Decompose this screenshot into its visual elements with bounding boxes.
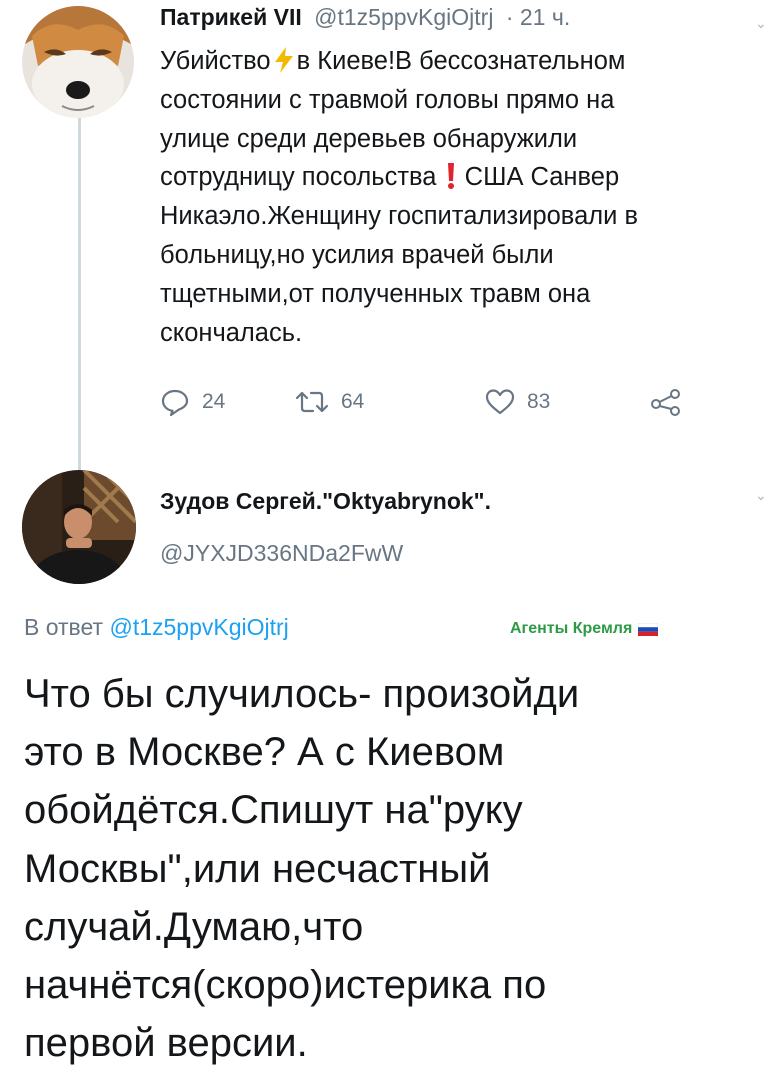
author-handle[interactable]: @t1z5ppvKgiOjtrj [314, 4, 493, 30]
like-count: 83 [527, 390, 551, 413]
tweet-text-line: скончалась. [160, 314, 760, 353]
share-icon [651, 389, 680, 416]
high-voltage-icon [274, 47, 293, 73]
thread-connector-line [78, 118, 81, 470]
replying-to: В ответ @t1z5ppvKgiOjtrj [24, 614, 289, 641]
tweet-text-line: улице среди деревьев обнаружили [160, 120, 760, 159]
tweet-text-line: обойдётся.Спишут на"руку [24, 788, 523, 833]
tweet-text-line: Никаэло.Женщину госпитализировали в [160, 197, 760, 236]
tweet-text-line: Что бы случилось- произойди [24, 672, 580, 716]
tweet-text-line: начнётся(скоро)истерика по [24, 963, 547, 1008]
author-name[interactable]: Зудов Сергей."Oktyabrynok". [160, 488, 491, 515]
tweet-text-segment: сотрудницу посольства [160, 163, 437, 192]
fox-avatar[interactable] [22, 6, 134, 118]
tweet-text-line: это в Москве? А с Киевом [24, 730, 505, 775]
tweet-text-segment: улице среди деревьев обнаружили [160, 124, 578, 153]
tweet-text-line: сотрудницу посольства США Санвер [160, 158, 760, 197]
reply-button[interactable]: 24 [160, 388, 225, 416]
chevron-down-icon[interactable]: ⌄ [755, 16, 767, 30]
tweet-text-segment: скончалась. [160, 318, 303, 347]
chevron-down-icon[interactable]: ⌄ [755, 488, 767, 502]
tweet-text-segment: больницу,но усилия врачей были [160, 240, 554, 269]
overlay-label-text: Агенты Кремля [510, 620, 633, 637]
tweet-text-line: Москвы",или несчастный [24, 846, 491, 891]
tweet-text-line: больницу,но усилия врачей были [160, 236, 760, 275]
exclamation-mark-icon [447, 163, 454, 190]
retweet-button[interactable]: 64 [295, 388, 364, 416]
fox-avatar-image [22, 6, 134, 118]
reply-icon [161, 389, 189, 416]
tweet-text-segment: Никаэло.Женщину госпитализировали в [160, 202, 639, 231]
author-handle[interactable]: @JYXJD336NDa2FwW [160, 540, 403, 567]
replying-to-prefix: В ответ [24, 614, 104, 640]
tweet-text-line: состоянии с травмой головы прямо на [160, 81, 760, 120]
tweet-text: Убийство в Киеве!В бессознательном состоя… [160, 42, 760, 352]
tweet-text-line: первой версии. [24, 1021, 308, 1066]
tweet-text-segment: в Киеве!В бессознательном [296, 47, 626, 75]
like-button[interactable]: 83 [485, 388, 550, 416]
user-photo-avatar[interactable] [22, 470, 136, 584]
tweet-text-line: тщетными,от полученных травм она [160, 275, 760, 314]
reply-count: 24 [202, 390, 226, 413]
tweet-timestamp[interactable]: · 21 ч. [506, 4, 570, 30]
tweet-text-segment: состоянии с травмой головы прямо на [160, 85, 615, 114]
overlay-label: Агенты Кремля [510, 620, 659, 638]
retweet-icon [295, 391, 329, 413]
tweet-text-segment: Убийство [160, 47, 271, 75]
tweet-header: Патрикей VII @t1z5ppvKgiOjtrj · 21 ч. [160, 2, 570, 32]
share-button[interactable] [650, 388, 694, 416]
russian-flag-icon [638, 622, 659, 636]
tweet-text-segment: США Санвер [464, 163, 620, 192]
heart-icon [485, 389, 515, 415]
user-photo-avatar-image [22, 470, 136, 584]
author-name[interactable]: Патрикей VII [160, 4, 302, 30]
replying-to-handle-link[interactable]: @t1z5ppvKgiOjtrj [109, 614, 288, 640]
retweet-count: 64 [341, 390, 365, 413]
tweet-text-line: Убийство в Киеве!В бессознательном [160, 42, 760, 81]
tweet-actions: 24 64 83 [160, 388, 700, 422]
tweet-text: Что бы случилось- произойди это в Москве… [24, 665, 754, 1072]
tweet-text-line: случай.Думаю,что [24, 904, 364, 949]
tweet-text-segment: тщетными,от полученных травм она [160, 279, 591, 308]
